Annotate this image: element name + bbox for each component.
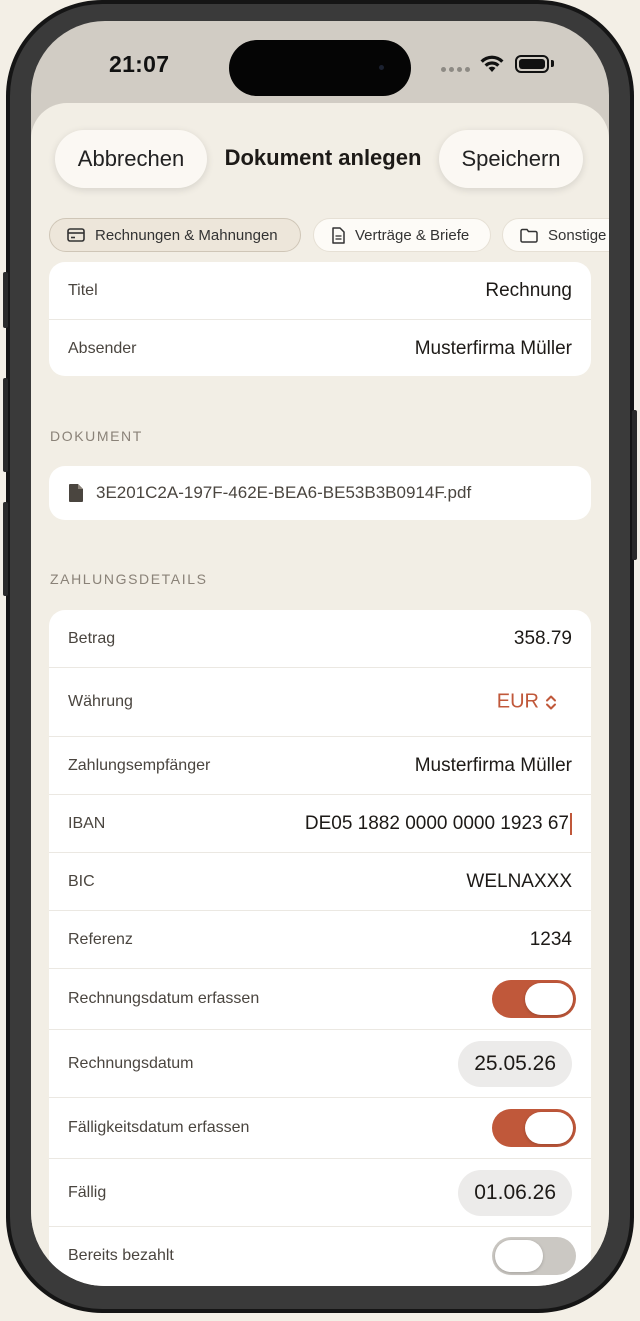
paid-toggle[interactable] <box>492 1237 576 1275</box>
text-cursor <box>570 812 572 835</box>
sender-label: Absender <box>68 339 137 357</box>
folder-icon <box>520 228 538 243</box>
invoice-date-toggle[interactable] <box>492 980 576 1018</box>
invoice-date-row: Rechnungsdatum 25.05.26 <box>49 1030 591 1098</box>
cellular-signal-icon <box>441 67 470 72</box>
power-button <box>632 410 637 560</box>
invoice-date-toggle-row: Rechnungsdatum erfassen <box>49 969 591 1030</box>
cancel-button[interactable]: Abbrechen <box>55 130 207 188</box>
reference-value[interactable]: 1234 <box>530 929 572 951</box>
payee-row[interactable]: Zahlungsempfänger Musterfirma Müller <box>49 737 591 795</box>
create-document-sheet: Abbrechen Dokument anlegen Speichern Rec… <box>31 103 609 1286</box>
status-bar: 21:07 <box>31 21 609 111</box>
due-date-toggle-row: Fälligkeitsdatum erfassen <box>49 1098 591 1159</box>
general-info-card: Titel Rechnung Absender Musterfirma Müll… <box>49 262 591 376</box>
toggle-knob <box>495 1240 543 1272</box>
invoice-date-label: Rechnungsdatum <box>68 1054 194 1072</box>
title-value[interactable]: Rechnung <box>485 280 572 302</box>
iban-field[interactable]: DE05 1882 0000 0000 1923 67 <box>304 812 572 835</box>
camera-dot <box>379 65 384 70</box>
chevron-up-down-icon <box>546 695 556 709</box>
dynamic-island <box>229 40 411 96</box>
page-title: Dokument anlegen <box>224 145 422 170</box>
amount-value[interactable]: 358.79 <box>514 628 572 650</box>
bic-value[interactable]: WELNAXXX <box>466 871 572 893</box>
volume-down-button <box>3 502 8 596</box>
invoice-date-toggle-label: Rechnungsdatum erfassen <box>68 990 260 1007</box>
invoice-date-picker[interactable]: 25.05.26 <box>458 1040 572 1087</box>
save-button[interactable]: Speichern <box>439 130 583 188</box>
category-chip-other[interactable]: Sonstige <box>502 218 609 252</box>
volume-up-button <box>3 378 8 472</box>
due-date-row: Fällig 01.06.26 <box>49 1159 591 1227</box>
payment-details-card: Betrag 358.79 Währung EUR Zahlungsempfän… <box>49 610 591 1286</box>
due-date-picker[interactable]: 01.06.26 <box>458 1169 572 1216</box>
title-row[interactable]: Titel Rechnung <box>49 262 591 320</box>
document-section-header: DOKUMENT <box>50 428 143 444</box>
payee-value[interactable]: Musterfirma Müller <box>415 755 572 777</box>
amount-label: Betrag <box>68 629 116 647</box>
iban-value: DE05 1882 0000 0000 1923 67 <box>304 812 569 834</box>
currency-row[interactable]: Währung EUR <box>49 668 591 737</box>
wifi-icon <box>480 55 504 72</box>
currency-value: EUR <box>496 690 539 713</box>
document-file-row[interactable]: 3E201C2A-197F-462E-BEA6-BE53B3B0914F.pdf <box>49 466 591 520</box>
sender-row[interactable]: Absender Musterfirma Müller <box>49 320 591 376</box>
reference-row[interactable]: Referenz 1234 <box>49 911 591 969</box>
amount-row[interactable]: Betrag 358.79 <box>49 610 591 668</box>
battery-cap <box>551 60 554 67</box>
iban-row[interactable]: IBAN DE05 1882 0000 0000 1923 67 <box>49 795 591 853</box>
due-date-label: Fällig <box>68 1183 107 1201</box>
document-icon <box>332 226 345 244</box>
due-date-toggle[interactable] <box>492 1109 576 1147</box>
screen: 21:07 Abbrechen Dokument anlegen Speiche… <box>31 21 609 1286</box>
category-chip-label: Rechnungen & Mahnungen <box>95 226 278 244</box>
payee-label: Zahlungsempfänger <box>68 756 211 774</box>
currency-label: Währung <box>68 693 133 710</box>
category-chip-invoices[interactable]: Rechnungen & Mahnungen <box>49 218 301 252</box>
status-time: 21:07 <box>109 51 170 77</box>
document-file-icon <box>69 484 83 502</box>
mute-switch <box>3 272 8 328</box>
reference-label: Referenz <box>68 930 133 948</box>
toggle-knob <box>525 983 573 1015</box>
toggle-knob <box>525 1112 573 1144</box>
category-chip-contracts[interactable]: Verträge & Briefe <box>313 218 491 252</box>
document-card[interactable]: 3E201C2A-197F-462E-BEA6-BE53B3B0914F.pdf <box>49 466 591 520</box>
paid-row: Bereits bezahlt <box>49 1227 591 1285</box>
payment-section-header: ZAHLUNGSDETAILS <box>50 571 208 587</box>
category-chips: Rechnungen & Mahnungen Verträge & Briefe… <box>49 218 609 254</box>
bic-row[interactable]: BIC WELNAXXX <box>49 853 591 911</box>
currency-picker[interactable]: EUR <box>497 691 557 714</box>
due-date-toggle-label: Fälligkeitsdatum erfassen <box>68 1119 250 1136</box>
category-chip-label: Verträge & Briefe <box>355 226 470 244</box>
sender-value[interactable]: Musterfirma Müller <box>415 338 572 360</box>
bic-label: BIC <box>68 872 95 890</box>
paid-label: Bereits bezahlt <box>68 1247 174 1264</box>
category-chip-label: Sonstige <box>548 226 607 244</box>
iban-label: IBAN <box>68 814 106 832</box>
title-label: Titel <box>68 281 98 299</box>
battery-icon <box>515 55 549 73</box>
document-file-name: 3E201C2A-197F-462E-BEA6-BE53B3B0914F.pdf <box>96 483 472 502</box>
card-icon <box>67 228 85 242</box>
